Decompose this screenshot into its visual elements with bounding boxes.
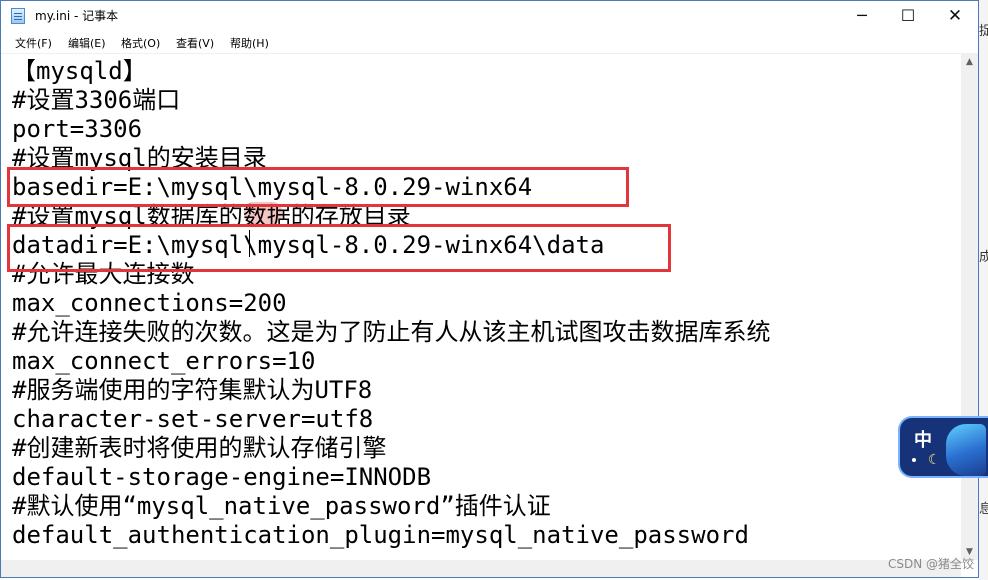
background-window-edge: 捉 成 息 <box>979 0 988 580</box>
menu-format[interactable]: 格式(O) <box>121 35 160 51</box>
text-line: #创建新表时将使用的默认存储引擎 <box>12 434 387 462</box>
scroll-up-icon[interactable]: ▲ <box>961 57 978 67</box>
datadir-highlight-box <box>7 224 671 272</box>
menu-view[interactable]: 查看(V) <box>176 35 214 51</box>
notepad-window: my.ini - 记事本 ─ ☐ ✕ 文件(F) 编辑(E) 格式(O) 查看(… <box>0 0 979 578</box>
basedir-highlight-box <box>7 167 629 207</box>
title-bar: my.ini - 记事本 ─ ☐ ✕ <box>1 1 978 31</box>
ime-mode-label: 中 <box>914 430 932 451</box>
text-line: #允许连接失败的次数。这是为了防止有人从该主机试图攻击数据库系统 <box>12 318 771 346</box>
menu-file[interactable]: 文件(F) <box>15 35 52 51</box>
text-editor[interactable]: 【mysqld】 #设置3306端口 port=3306 #设置mysql的安装… <box>1 54 961 560</box>
text-line: default-storage-engine=INNODB <box>12 463 432 491</box>
text-line: max_connect_errors=10 <box>12 347 316 375</box>
notepad-icon <box>11 8 25 24</box>
moon-icon: ☾ <box>928 452 941 468</box>
text-line: default_authentication_plugin=mysql_nati… <box>12 521 749 549</box>
text-line: port=3306 <box>12 115 143 143</box>
vertical-scrollbar[interactable]: ▲ ▼ <box>961 54 978 560</box>
text-line: #设置3306端口 <box>12 86 181 114</box>
background-text: 成 <box>979 250 988 265</box>
background-text: 捉 <box>979 24 988 39</box>
ime-punct-icon <box>912 458 916 462</box>
menu-bar: 文件(F) 编辑(E) 格式(O) 查看(V) 帮助(H) <box>1 31 978 54</box>
text-line: #服务端使用的字符集默认为UTF8 <box>12 376 373 404</box>
menu-help[interactable]: 帮助(H) <box>230 35 269 51</box>
text-line: 【mysqld】 <box>12 57 147 85</box>
background-text: 息 <box>979 502 988 517</box>
text-line: max_connections=200 <box>12 289 287 317</box>
window-title: my.ini - 记事本 <box>35 9 119 23</box>
watermark: CSDN @猪全饺 <box>887 557 974 571</box>
maximize-button[interactable]: ☐ <box>885 1 931 31</box>
text-line: character-set-server=utf8 <box>12 405 374 433</box>
text-caret <box>249 230 250 257</box>
minimize-button[interactable]: ─ <box>839 1 885 31</box>
horizontal-scrollbar[interactable] <box>1 560 961 577</box>
ime-skin-image <box>946 424 986 476</box>
close-button[interactable]: ✕ <box>932 1 978 31</box>
ime-status-widget[interactable]: 中 ☾ <box>898 416 988 478</box>
menu-edit[interactable]: 编辑(E) <box>68 35 106 51</box>
text-line: #默认使用“mysql_native_password”插件认证 <box>12 492 551 520</box>
